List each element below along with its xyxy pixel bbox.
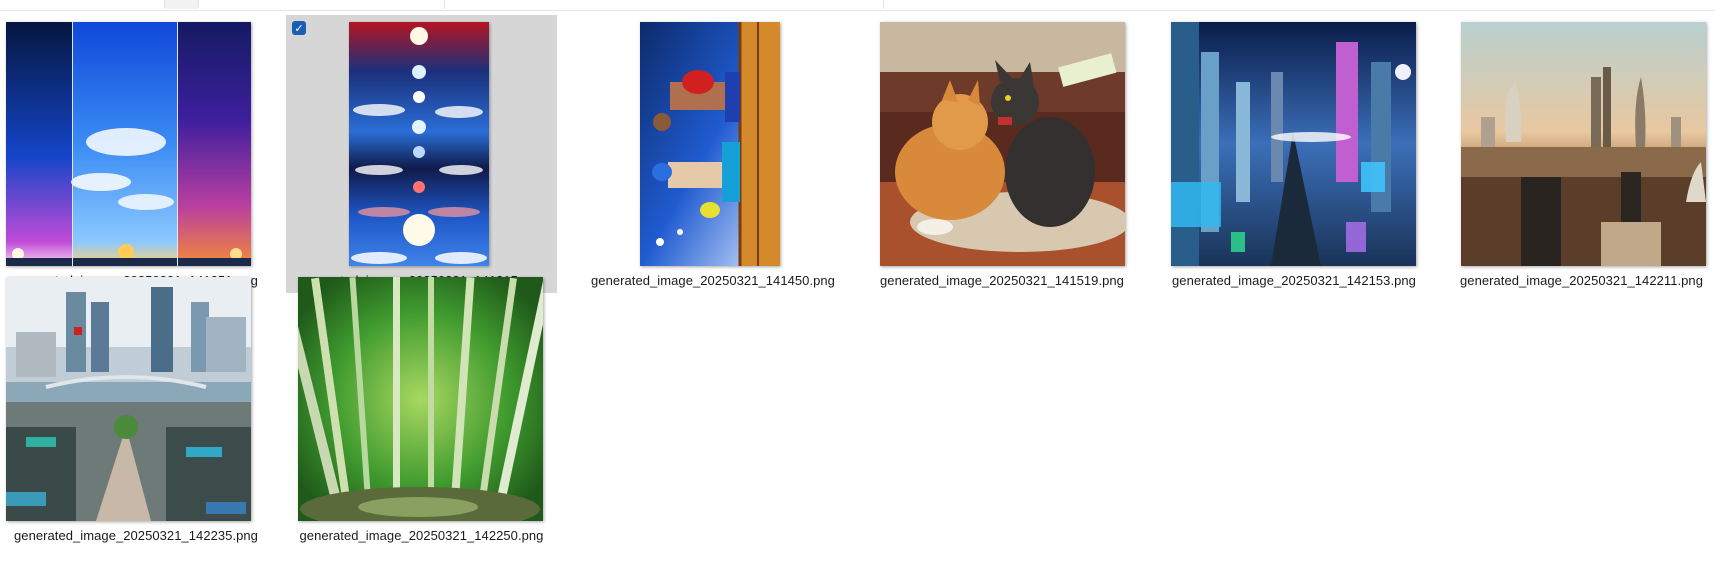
bamboo-forest-thumbnail[interactable] — [298, 277, 543, 521]
sky-gradient-thumbnail[interactable] — [6, 22, 251, 266]
futuristic-city-thumbnail[interactable] — [1171, 22, 1416, 266]
file-name-label: generated_image_20250321_142235.png — [14, 528, 258, 543]
file-tile[interactable]: generated_image_20250321_142250.png — [286, 265, 557, 543]
file-name-label: generated_image_20250321_141450.png — [591, 273, 835, 288]
file-tile[interactable]: generated_image_20250321_141251.png — [0, 10, 272, 288]
toolbar-segment — [0, 0, 165, 9]
file-name-label: generated_image_20250321_142250.png — [299, 528, 544, 543]
city-market-thumbnail[interactable] — [6, 277, 251, 521]
file-explorer-window: generated_image_20250321_141251.png ✓ — [0, 0, 1715, 569]
checkbox-checked-icon[interactable]: ✓ — [292, 21, 306, 35]
file-name-label: generated_image_20250321_142153.png — [1172, 273, 1416, 288]
file-tile-selected[interactable]: ✓ — [286, 15, 557, 293]
file-name-label: generated_image_20250321_142211.png — [1460, 273, 1703, 288]
file-grid: generated_image_20250321_141251.png ✓ — [0, 10, 1715, 569]
toolbar-segment — [445, 0, 884, 9]
file-name-label: generated_image_20250321_141519.png — [880, 273, 1124, 288]
file-tile[interactable]: generated_image_20250321_142211.png — [1448, 10, 1715, 288]
file-tile[interactable]: generated_image_20250321_142153.png — [1158, 10, 1430, 288]
toolbar-segment — [254, 0, 445, 9]
desert-skyline-thumbnail[interactable] — [1461, 22, 1706, 266]
file-tile[interactable]: generated_image_20250321_141519.png — [866, 10, 1138, 288]
sun-phases-thumbnail[interactable] — [349, 22, 489, 266]
cats-fighting-thumbnail[interactable] — [880, 22, 1125, 266]
toolbar-button[interactable] — [165, 0, 199, 9]
file-tile[interactable]: generated_image_20250321_142235.png — [0, 265, 272, 543]
boxers-thumbnail[interactable] — [640, 22, 780, 266]
file-tile[interactable]: generated_image_20250321_141450.png — [577, 10, 849, 288]
